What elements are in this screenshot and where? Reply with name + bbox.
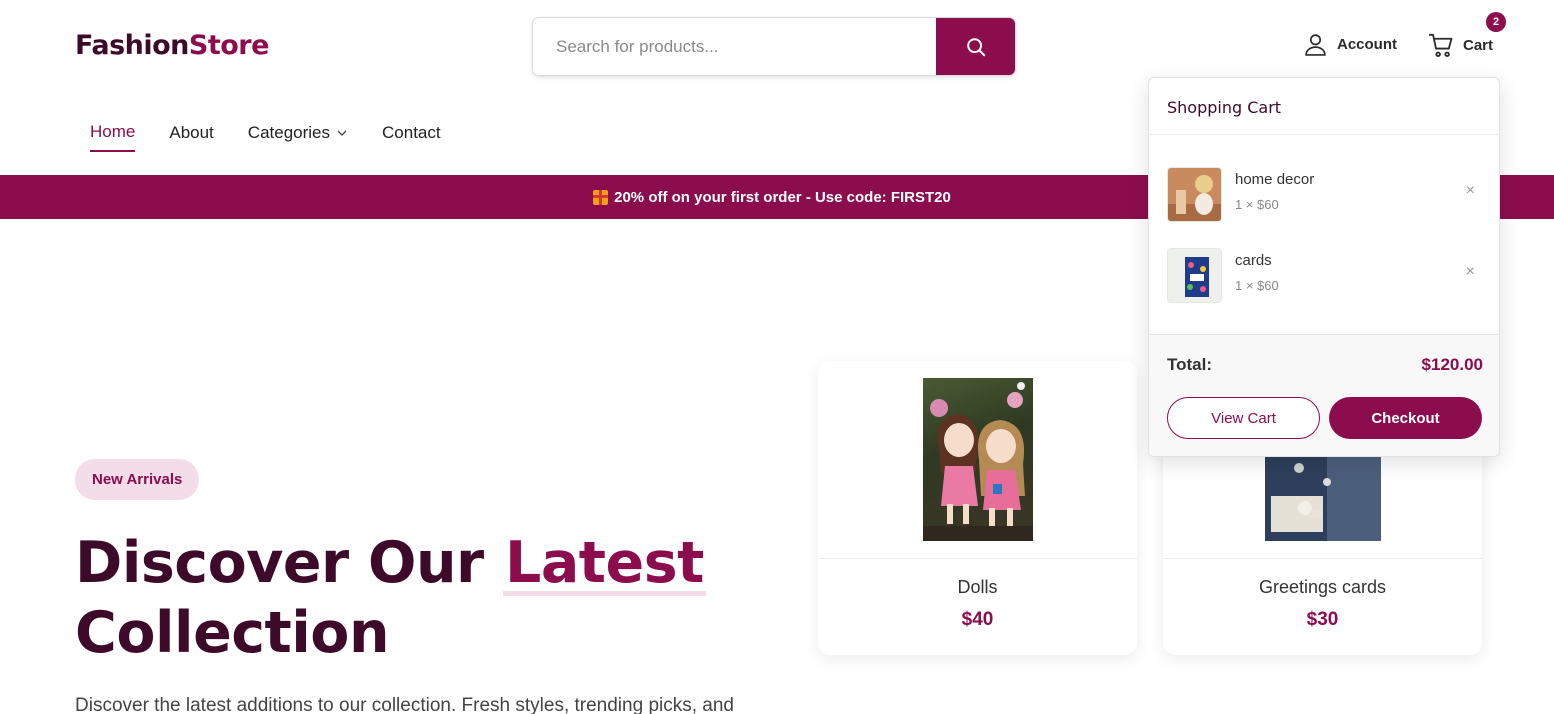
product-name[interactable]: Dolls — [818, 577, 1137, 598]
cart-item: home decor 1 × $60 × — [1167, 167, 1483, 223]
close-icon[interactable]: × — [1466, 263, 1475, 281]
checkout-button[interactable]: Checkout — [1329, 397, 1482, 439]
hero-title-part2: Collection — [75, 600, 390, 666]
nav-item-home[interactable]: Home — [90, 122, 136, 152]
cart-item: cards 1 × $60 × — [1167, 248, 1483, 304]
total-label: Total: — [1167, 355, 1213, 374]
nav-item-label: Categories — [247, 123, 331, 142]
search-input[interactable] — [533, 18, 936, 75]
brand-logo-part2: Store — [188, 30, 270, 61]
total-value: $120.00 — [1421, 355, 1483, 374]
brand-logo-part1: Fashion — [75, 30, 189, 61]
product-price: $30 — [1306, 609, 1339, 630]
hero-title-part1: Discover Our — [75, 530, 503, 596]
mini-cart-footer: Total: $120.00 View Cart Checkout — [1149, 334, 1499, 456]
cart-item-name[interactable]: cards — [1235, 252, 1272, 269]
main-nav: Home About Categories Contact — [90, 122, 475, 152]
cart-label: Cart — [1463, 37, 1494, 54]
nav-item-about[interactable]: About — [169, 122, 213, 152]
hero-title: Discover Our Latest Collection — [75, 528, 795, 668]
product-price: $40 — [961, 609, 994, 630]
hero-title-accent: Latest — [503, 530, 706, 596]
new-arrivals-badge: New Arrivals — [75, 459, 200, 500]
hero-description: Discover the latest additions to our col… — [75, 695, 734, 714]
nav-item-label: Home — [90, 122, 136, 141]
gift-icon — [593, 189, 609, 205]
mini-cart-title: Shopping Cart — [1149, 78, 1499, 135]
nav-item-label: About — [169, 123, 214, 142]
search-icon — [966, 37, 985, 56]
cart-item-qty-price: 1 × $60 — [1235, 197, 1279, 212]
nav-item-label: Contact — [382, 123, 441, 142]
cart-item-qty-price: 1 × $60 — [1235, 278, 1279, 293]
mini-cart-dropdown: Shopping Cart home decor 1 × $60 × cards… — [1148, 77, 1500, 457]
product-image-area — [818, 361, 1137, 559]
cart-item-thumbnail — [1167, 167, 1222, 222]
view-cart-button[interactable]: View Cart — [1167, 397, 1320, 439]
account-label: Account — [1337, 36, 1397, 53]
user-icon — [1305, 34, 1326, 56]
cart-count-badge: 2 — [1486, 12, 1506, 32]
product-card-dolls[interactable]: Dolls $40 — [818, 361, 1137, 655]
close-icon[interactable]: × — [1466, 182, 1475, 200]
cart-item-thumbnail — [1167, 248, 1222, 303]
promo-text: 20% off on your first order - Use code: … — [614, 188, 951, 206]
nav-item-contact[interactable]: Contact — [382, 122, 441, 152]
product-name[interactable]: Greetings cards — [1163, 577, 1482, 598]
search-bar — [532, 17, 1016, 76]
cart-link[interactable]: Cart — [1428, 32, 1493, 59]
nav-item-categories[interactable]: Categories — [248, 122, 348, 152]
search-button[interactable] — [936, 18, 1015, 75]
cart-item-name[interactable]: home decor — [1235, 171, 1314, 188]
cart-icon — [1428, 33, 1453, 57]
chevron-down-icon — [337, 130, 347, 136]
brand-logo[interactable]: FashionStore — [75, 30, 269, 61]
product-image-dolls[interactable] — [922, 378, 1033, 541]
account-link[interactable]: Account — [1303, 32, 1397, 57]
